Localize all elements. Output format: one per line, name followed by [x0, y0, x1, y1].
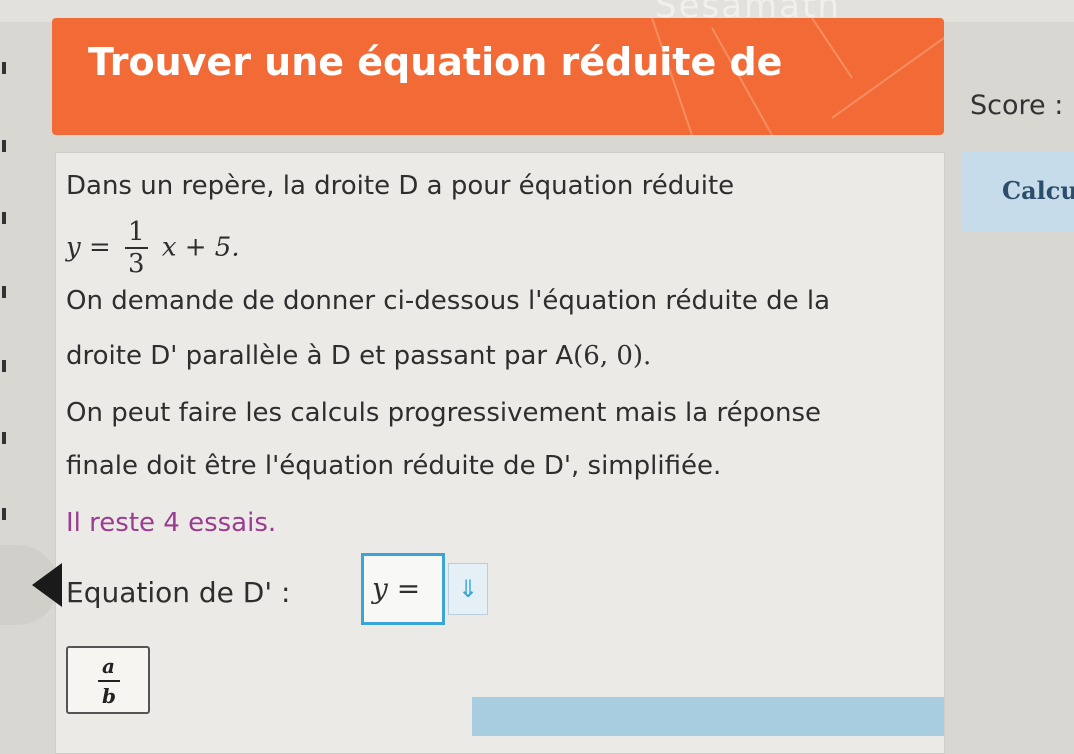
answer-prefix: y = — [372, 572, 421, 605]
exercise-line-4-text: droite D' parallèle à D et passant par — [66, 341, 556, 371]
fraction-bar — [98, 680, 120, 682]
equation-fraction: 1 3 — [125, 217, 148, 279]
bottom-toolbar — [472, 697, 944, 736]
exercise-line-3: On demande de donner ci-dessous l'équati… — [66, 286, 831, 316]
exercise-line-5: On peut faire les calculs progressivemen… — [66, 398, 821, 428]
point-coordinates: (6, 0). — [573, 341, 652, 371]
answer-label: Equation de D' : — [66, 576, 291, 609]
equation-lhs: y = — [66, 232, 111, 263]
score-label: Score : — [970, 90, 1064, 121]
answer-input[interactable]: y = — [361, 553, 445, 625]
left-arrow-icon — [32, 563, 62, 607]
dropdown-arrow-icon[interactable]: ⇓ — [448, 563, 488, 615]
point-label: A — [555, 341, 574, 371]
equation-denominator: 3 — [128, 249, 145, 279]
previous-arrow-button[interactable] — [0, 545, 62, 625]
exercise-line-4: droite D' parallèle à D et passant par A… — [66, 341, 651, 371]
calculator-button[interactable]: Calcu — [962, 152, 1074, 232]
fraction-denominator: b — [102, 684, 116, 708]
exercise-intro: Dans un repère, la droite D a pour équat… — [66, 171, 735, 201]
calculator-button-label: Calcu — [1002, 176, 1074, 205]
left-edge-ticks — [0, 0, 12, 736]
fraction-numerator: a — [102, 654, 115, 678]
exercise-line-6: finale doit être l'équation réduite de D… — [66, 451, 722, 481]
equation-d: y = 1 3 x + 5. — [66, 217, 240, 279]
exercise-header: Trouver une équation réduite de — [52, 18, 944, 135]
page-title: Trouver une équation réduite de — [88, 40, 783, 84]
fraction-button[interactable]: a b — [66, 646, 150, 714]
attempts-remaining: Il reste 4 essais. — [66, 508, 277, 538]
equation-rest: x + 5. — [161, 232, 240, 263]
exercise-card: Dans un repère, la droite D a pour équat… — [55, 152, 945, 754]
equation-numerator: 1 — [125, 217, 148, 249]
